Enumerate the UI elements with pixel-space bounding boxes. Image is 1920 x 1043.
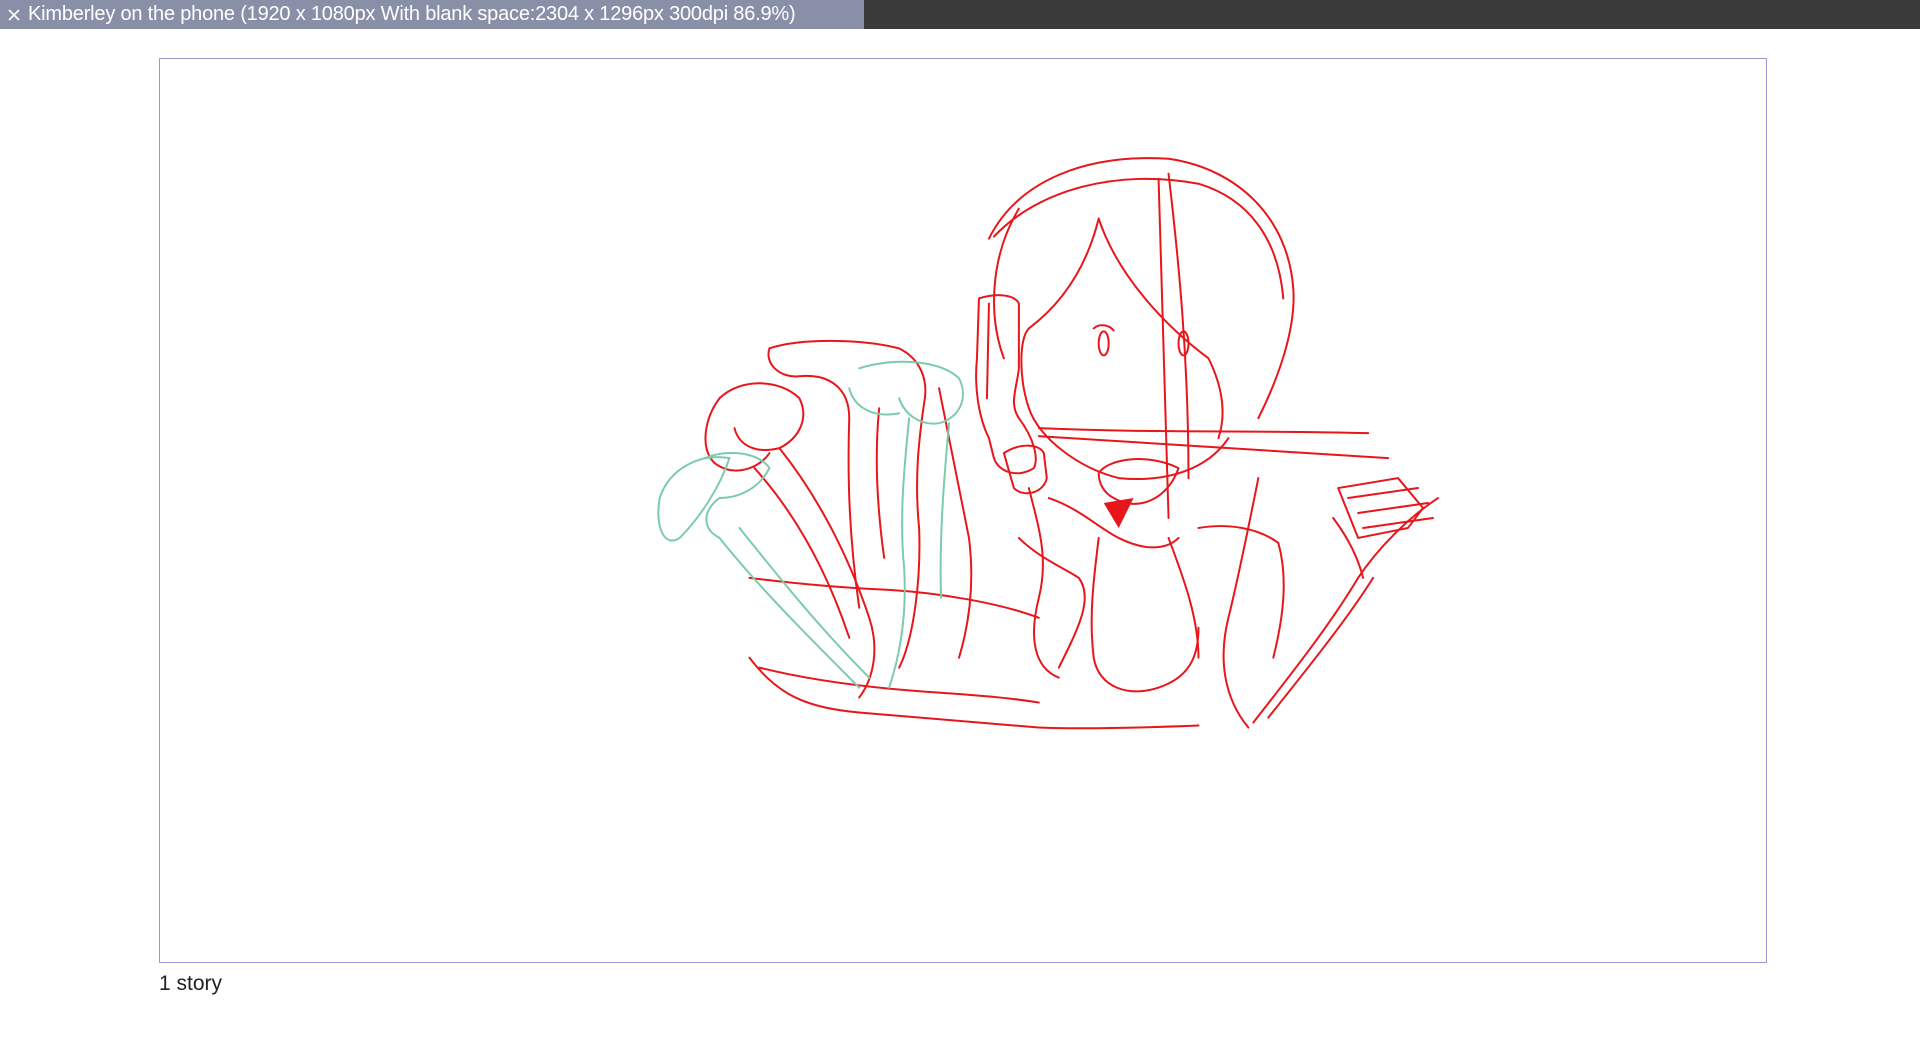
- drawing-canvas[interactable]: [159, 58, 1767, 963]
- document-title: Kimberley on the phone (1920 x 1080px Wi…: [28, 3, 796, 25]
- close-icon[interactable]: [6, 7, 22, 23]
- page-caption: 1 story: [159, 972, 223, 995]
- sketch-artwork: [657, 157, 1439, 730]
- green-sketch-lines: [657, 360, 964, 689]
- document-tab-bar: Kimberley on the phone (1920 x 1080px Wi…: [0, 0, 1920, 29]
- document-tab[interactable]: Kimberley on the phone (1920 x 1080px Wi…: [0, 0, 864, 29]
